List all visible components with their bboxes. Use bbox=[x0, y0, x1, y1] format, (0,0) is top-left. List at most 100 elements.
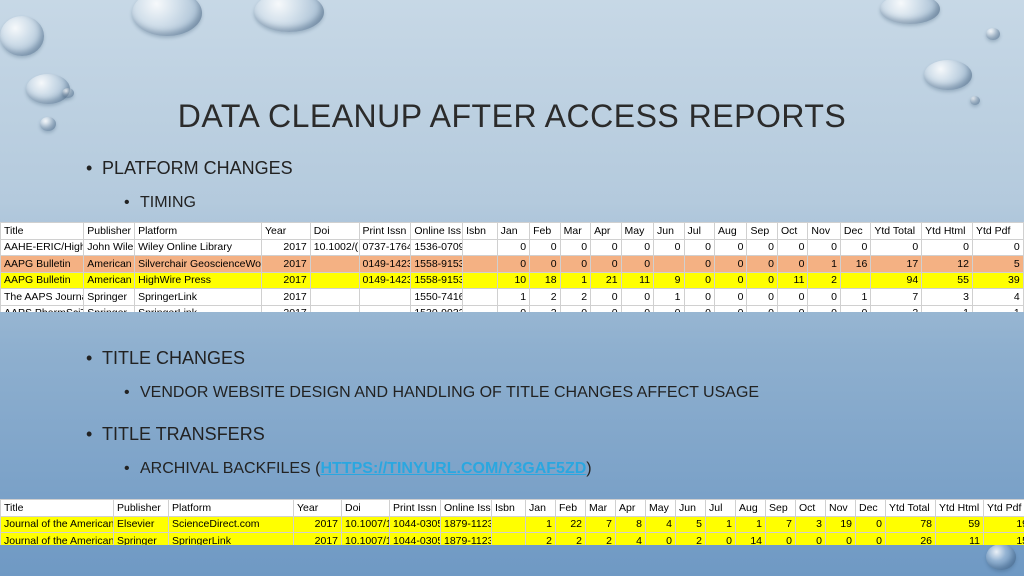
table-cell: 21 bbox=[590, 271, 622, 289]
table-cell: 1 bbox=[735, 515, 766, 533]
column-header: Aug bbox=[713, 222, 748, 240]
bullet-text: PLATFORM CHANGES bbox=[102, 158, 293, 178]
table-cell: Springer bbox=[83, 304, 136, 312]
table-cell: 10.1002/(I bbox=[309, 238, 360, 256]
table-cell: 0 bbox=[496, 304, 531, 312]
table-cell: 0 bbox=[921, 238, 973, 256]
table-cell: 0 bbox=[839, 238, 872, 256]
table-cell: 9 bbox=[653, 271, 685, 289]
table-cell: 2 bbox=[529, 288, 561, 306]
bullet-title-changes: • TITLE CHANGES bbox=[86, 348, 246, 368]
table-cell: 0 bbox=[776, 238, 809, 256]
bullet-text: TITLE CHANGES bbox=[102, 348, 246, 368]
table-cell: 0 bbox=[620, 288, 655, 306]
table-cell bbox=[309, 288, 360, 306]
table-cell: SpringerLink bbox=[134, 288, 263, 306]
table-cell: SpringerLink bbox=[134, 304, 263, 312]
slide-title: DATA CLEANUP AFTER ACCESS REPORTS bbox=[177, 98, 847, 134]
column-header: Jan bbox=[525, 499, 556, 517]
table-cell: The AAPS Journa bbox=[0, 288, 85, 306]
table-cell: 3 bbox=[795, 515, 826, 533]
table-cell: 0 bbox=[559, 255, 592, 273]
table-cell: 0 bbox=[559, 304, 592, 312]
table-cell: 1 bbox=[839, 288, 872, 306]
column-header: Jul bbox=[705, 499, 736, 517]
column-header: Ytd Html bbox=[935, 499, 984, 517]
table-cell: 2 bbox=[555, 532, 586, 545]
table-cell: 0 bbox=[645, 532, 676, 545]
column-header: Ytd Pdf bbox=[971, 222, 1024, 240]
bullet-text: VENDOR WEBSITE DESIGN AND HANDLING OF TI… bbox=[140, 384, 760, 401]
water-drop-decoration bbox=[986, 544, 1016, 570]
table-cell: 2 bbox=[675, 532, 706, 545]
table-cell: 0 bbox=[590, 288, 622, 306]
table-cell: Elsevier bbox=[113, 515, 169, 533]
table-cell: 8 bbox=[615, 515, 646, 533]
column-header: Platform bbox=[134, 222, 263, 240]
table-cell: 1044-0305 bbox=[389, 532, 441, 545]
table-cell: 0 bbox=[590, 255, 622, 273]
table-cell: 0 bbox=[839, 304, 872, 312]
table-cell: 0 bbox=[705, 532, 736, 545]
column-header: Jul bbox=[683, 222, 715, 240]
table-cell: 39 bbox=[971, 271, 1024, 289]
table-cell: 7 bbox=[585, 515, 616, 533]
table-row: Journal of the American Elsevier ScienceDi… bbox=[0, 515, 1024, 533]
water-drop-decoration bbox=[986, 28, 1000, 40]
table-row: AAPG Bulletin American Silverchair Geoscie… bbox=[0, 255, 1024, 273]
table-cell: 2017 bbox=[293, 532, 342, 545]
table-cell: 22 bbox=[555, 515, 586, 533]
table-cell: 1558-9153 bbox=[410, 271, 464, 289]
column-header: Nov bbox=[807, 222, 841, 240]
table-cell: 55 bbox=[921, 271, 973, 289]
table-cell: 5 bbox=[971, 255, 1024, 273]
table-cell: 0 bbox=[620, 255, 655, 273]
table-row: Journal of the American Springer SpringerL… bbox=[0, 532, 1024, 545]
column-header: Nov bbox=[825, 499, 856, 517]
table-cell: 0 bbox=[746, 288, 778, 306]
column-header: Ytd Total bbox=[870, 222, 923, 240]
table-cell: 1 bbox=[559, 271, 592, 289]
table-cell: SpringerLink bbox=[168, 532, 294, 545]
bullet-title-transfers: • TITLE TRANSFERS bbox=[86, 424, 265, 444]
table-cell: 0 bbox=[683, 288, 715, 306]
table-cell: AAHE-ERIC/Highe bbox=[0, 238, 85, 256]
table-cell: 0 bbox=[855, 515, 886, 533]
table-cell: 1879-1123 bbox=[440, 515, 492, 533]
table-cell: 1550-7416 bbox=[410, 288, 464, 306]
table-cell: 17 bbox=[870, 255, 923, 273]
water-drop-decoration bbox=[254, 0, 324, 32]
table-cell: 0 bbox=[713, 304, 748, 312]
water-drop-decoration bbox=[880, 0, 940, 24]
table-cell: ScienceDirect.com bbox=[168, 515, 294, 533]
column-header: Title bbox=[0, 222, 85, 240]
table-cell: 0 bbox=[683, 304, 715, 312]
column-header: Publisher bbox=[113, 499, 169, 517]
table-cell: 11 bbox=[935, 532, 984, 545]
column-header: Online Iss bbox=[440, 499, 492, 517]
archival-backfiles-link[interactable]: HTTPS://TINYURL.COM/Y3GAF5ZD bbox=[321, 460, 587, 477]
table-cell bbox=[491, 532, 526, 545]
table-cell: 78 bbox=[885, 515, 936, 533]
column-header: Print Issn bbox=[358, 222, 412, 240]
table-cell: 1 bbox=[653, 288, 685, 306]
table-cell: 2017 bbox=[261, 304, 311, 312]
table-cell: Wiley Online Library bbox=[134, 238, 263, 256]
table-cell: 4 bbox=[615, 532, 646, 545]
table-cell: 2017 bbox=[293, 515, 342, 533]
table-cell: 2 bbox=[585, 532, 616, 545]
table-cell: 19 bbox=[825, 515, 856, 533]
table-cell: John Wile bbox=[83, 238, 136, 256]
table-cell: 14 bbox=[735, 532, 766, 545]
table-cell: 0 bbox=[529, 255, 561, 273]
column-header: Sep bbox=[746, 222, 778, 240]
table-cell: 5 bbox=[675, 515, 706, 533]
table-cell: 11 bbox=[620, 271, 655, 289]
table-cell: 2 bbox=[525, 532, 556, 545]
column-header: Ytd Html bbox=[921, 222, 973, 240]
table-cell: 0 bbox=[855, 532, 886, 545]
table-cell: 2 bbox=[807, 271, 841, 289]
table-cell: 0 bbox=[683, 271, 715, 289]
table-cell: 1 bbox=[705, 515, 736, 533]
table-cell: 18 bbox=[529, 271, 561, 289]
